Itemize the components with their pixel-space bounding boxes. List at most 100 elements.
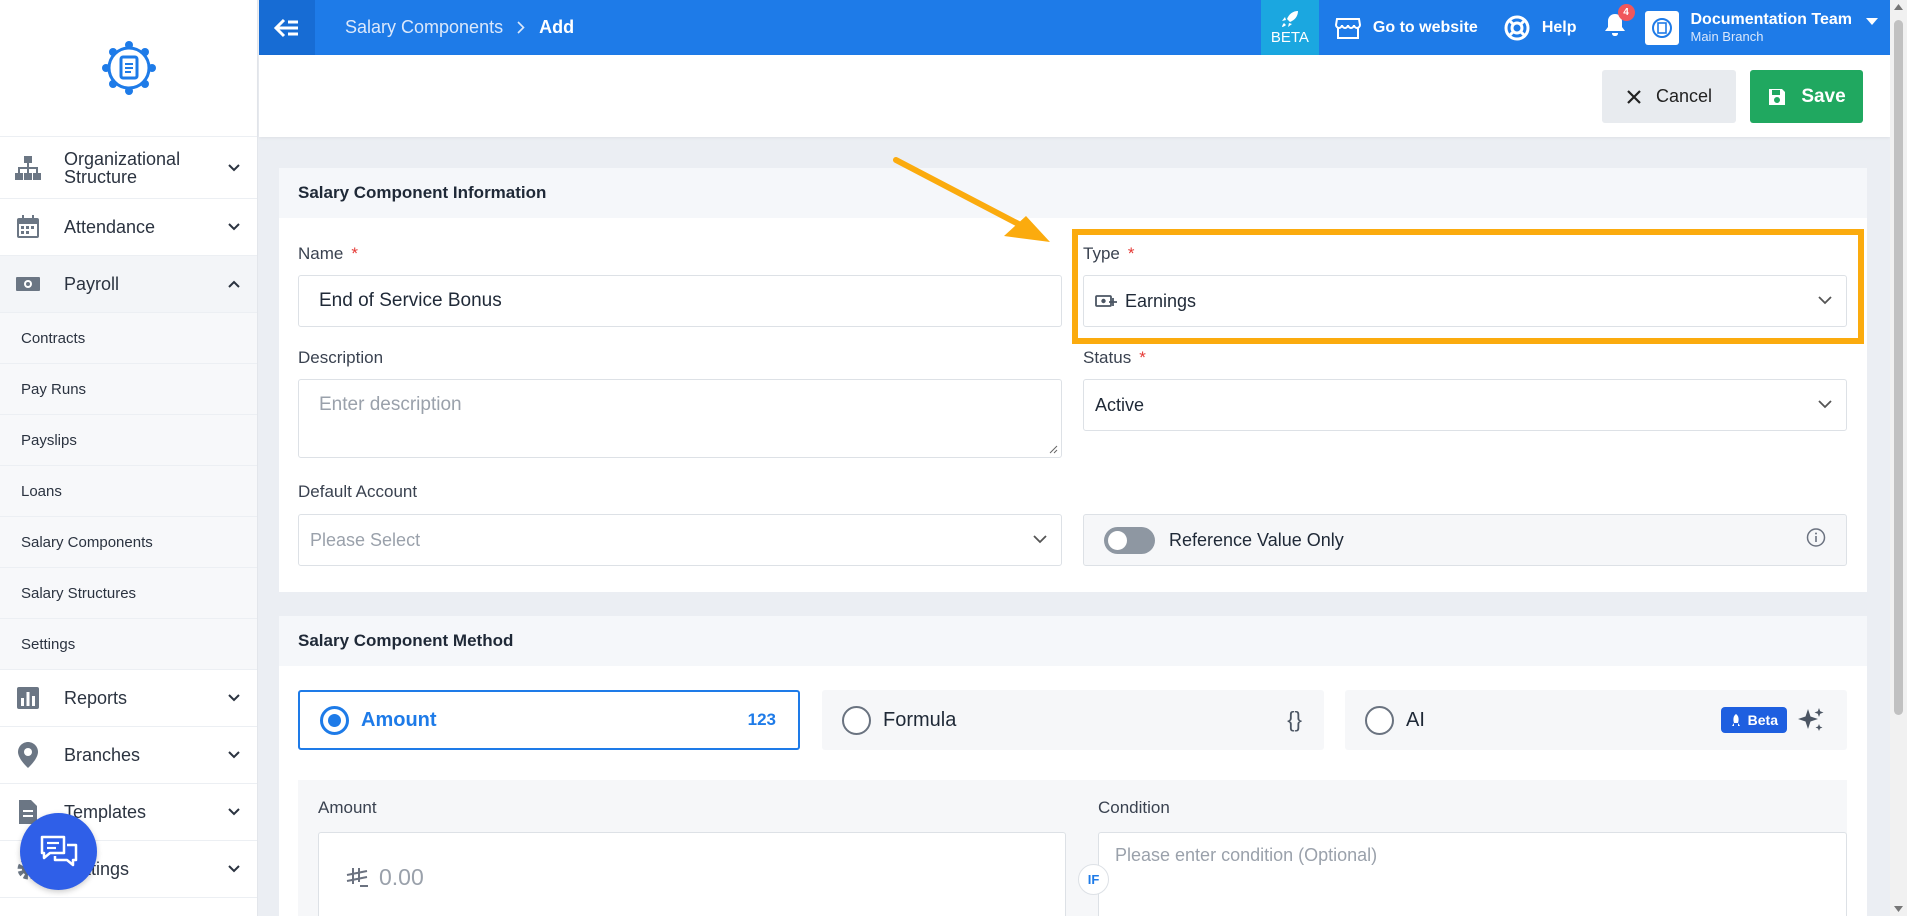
radio-unselected [842, 705, 871, 735]
breadcrumb: Salary Components Add [345, 17, 574, 38]
description-textarea[interactable]: Enter description [298, 379, 1062, 458]
beta-label: BETA [1270, 29, 1309, 46]
status-label: Status * [1083, 348, 1146, 368]
go-to-website-link[interactable]: Go to website [1334, 17, 1478, 39]
section-title: Salary Component Method [279, 616, 1867, 666]
bar-chart-icon [14, 684, 42, 712]
notifications-button[interactable]: 4 [1603, 4, 1635, 43]
chevron-down-icon [227, 691, 241, 705]
user-menu[interactable]: Documentation Team Main Branch [1644, 10, 1878, 45]
salary-component-information-card: Salary Component Information Name * End o… [279, 168, 1867, 592]
chevron-right-icon [517, 21, 525, 34]
default-account-placeholder: Please Select [310, 529, 421, 550]
reference-value-only-toggle[interactable] [1104, 526, 1155, 554]
scrollbar-thumb[interactable] [1894, 20, 1903, 715]
user-name: Documentation Team [1690, 10, 1853, 28]
sidebar-subitem-loans[interactable]: Loans [0, 466, 257, 517]
name-label-text: Name [298, 244, 344, 263]
topbar: Salary Components Add BETA Go to website… [259, 0, 1890, 55]
type-select[interactable]: Earnings [1083, 275, 1847, 327]
user-branch: Main Branch [1690, 28, 1764, 44]
name-input-value: End of Service Bonus [319, 290, 502, 311]
save-label: Save [1801, 85, 1846, 107]
chat-bubbles-icon [40, 835, 77, 866]
topbar-right: BETA Go to website Help 4 Documentation … [1260, 0, 1890, 55]
sidebar-subitem-settings[interactable]: Settings [0, 619, 257, 670]
scroll-down-icon[interactable] [1894, 906, 1903, 912]
sidebar-item-label: Attendance [64, 217, 156, 237]
floppy-disk-icon [1769, 88, 1786, 105]
money-icon [14, 270, 42, 298]
amount-value: 0.00 [379, 863, 424, 890]
sidebar-item-branches[interactable]: Branches [0, 727, 257, 784]
amount-condition-panel: Amount 0.00 Condition Please enter condi… [298, 780, 1847, 916]
chevron-down-icon [1818, 396, 1832, 414]
chevron-down-icon [227, 161, 241, 175]
sidebar-subitem-salary-structures[interactable]: Salary Structures [0, 568, 257, 619]
name-input[interactable]: End of Service Bonus [298, 275, 1062, 327]
sidebar-item-label: Branches [64, 745, 141, 765]
back-button[interactable] [259, 0, 315, 55]
condition-label: Condition [1098, 798, 1170, 817]
if-badge: IF [1078, 864, 1109, 895]
sidebar-subitem-salary-components[interactable]: Salary Components [0, 517, 257, 568]
chevron-down-icon [1033, 531, 1047, 549]
chat-support-button[interactable] [20, 813, 97, 890]
default-account-select[interactable]: Please Select [298, 514, 1062, 566]
sidebar-subitem-payslips[interactable]: Payslips [0, 415, 257, 466]
help-label: Help [1541, 18, 1577, 36]
save-button[interactable]: Save [1750, 70, 1863, 123]
beta-button[interactable]: BETA [1260, 0, 1319, 55]
section-title: Salary Component Information [279, 168, 1867, 218]
description-label: Description [298, 348, 384, 367]
cancel-label: Cancel [1655, 86, 1713, 106]
sidebar-subitem-pay-runs[interactable]: Pay Runs [0, 364, 257, 415]
braces-icon: {} [1287, 707, 1302, 732]
ai-badges: Beta [1720, 706, 1825, 734]
condition-input[interactable]: Please enter condition (Optional) [1098, 832, 1847, 916]
sidebar-subitem-contracts[interactable]: Contracts [0, 313, 257, 364]
description-placeholder: Enter description [319, 394, 462, 415]
name-label: Name * [298, 244, 358, 264]
resize-handle-icon [1049, 445, 1058, 454]
chevron-down-icon [227, 220, 241, 234]
rocket-icon [1281, 11, 1298, 27]
logo[interactable] [0, 0, 257, 137]
beta-badge: Beta [1720, 707, 1787, 733]
scroll-up-icon[interactable] [1894, 4, 1903, 10]
status-select[interactable]: Active [1083, 379, 1847, 431]
earnings-icon [1095, 293, 1117, 309]
sidebar: Organizational Structure Attendance Payr… [0, 0, 258, 916]
method-option-amount[interactable]: Amount 123 [298, 690, 800, 750]
sidebar-item-organizational-structure[interactable]: Organizational Structure [0, 137, 257, 199]
breadcrumb-salary-components[interactable]: Salary Components [345, 17, 503, 38]
action-bar: Cancel Save [259, 55, 1890, 137]
notification-count-badge: 4 [1617, 4, 1635, 21]
salary-component-method-card: Salary Component Method Amount 123 Formu… [279, 616, 1867, 916]
page-scrollbar[interactable] [1890, 0, 1907, 916]
required-asterisk: * [351, 244, 358, 263]
method-option-formula[interactable]: Formula {} [822, 690, 1324, 750]
lifebuoy-icon [1504, 15, 1530, 40]
help-link[interactable]: Help [1504, 15, 1577, 41]
sparkles-icon [1798, 708, 1824, 731]
status-select-value: Active [1095, 394, 1145, 415]
status-label-text: Status [1083, 348, 1132, 367]
avatar [1644, 10, 1679, 45]
sidebar-item-attendance[interactable]: Attendance [0, 199, 257, 256]
amount-input[interactable]: 0.00 [318, 832, 1066, 916]
arrow-left-icon [274, 18, 298, 37]
radio-unselected [1365, 705, 1394, 735]
radio-selected [320, 705, 349, 735]
cancel-button[interactable]: Cancel [1602, 70, 1736, 123]
close-icon [1627, 89, 1641, 104]
method-option-ai[interactable]: AI Beta [1345, 690, 1847, 750]
currency-icon [346, 868, 368, 887]
sidebar-item-label: Templates [64, 802, 147, 822]
sidebar-item-reports[interactable]: Reports [0, 670, 257, 727]
reference-value-only-label: Reference Value Only [1169, 529, 1344, 550]
method-option-label: AI [1406, 708, 1425, 731]
type-label: Type * [1083, 244, 1134, 264]
info-icon[interactable] [1806, 528, 1826, 553]
sidebar-item-payroll[interactable]: Payroll [0, 256, 257, 313]
